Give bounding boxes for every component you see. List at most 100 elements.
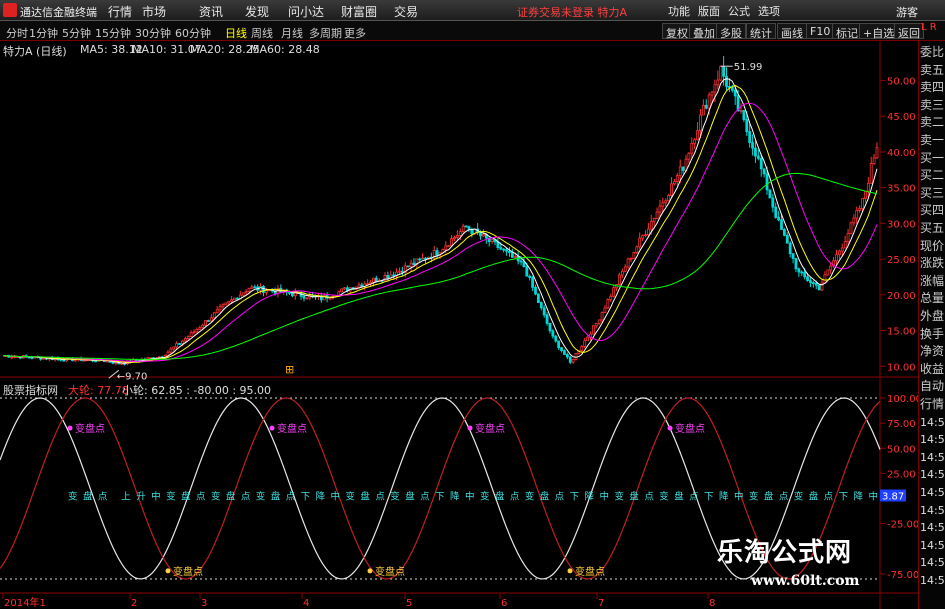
candle-body: [869, 163, 873, 184]
candle-body: [482, 233, 485, 237]
event-marker: ⊞: [285, 363, 294, 376]
price-tick-label: 15.00: [887, 327, 916, 338]
candle-body: [632, 251, 636, 259]
menu-ask[interactable]: 问小达: [288, 3, 324, 20]
candle-body: [751, 142, 754, 149]
period-intraday[interactable]: 分时: [6, 25, 28, 41]
period-15min[interactable]: 15分钟: [95, 25, 131, 41]
candle-body: [788, 242, 792, 255]
menu-wealth[interactable]: 财富圈: [341, 3, 377, 20]
candle-body: [707, 94, 711, 109]
price-tick-label: 10.00: [887, 362, 916, 373]
stats-button[interactable]: 统计: [746, 23, 776, 40]
panel-item: 外盘: [920, 309, 945, 323]
draw-button[interactable]: 画线: [777, 23, 807, 40]
candle-body: [508, 250, 511, 253]
candle-body: [837, 250, 841, 256]
menu-quotes[interactable]: 行情: [108, 3, 132, 20]
candle-body: [186, 336, 190, 339]
candle-body: [215, 309, 219, 314]
panel-item: 自动: [920, 379, 945, 394]
candle-body: [444, 245, 448, 250]
candle-body: [658, 205, 662, 213]
candle-body: [513, 255, 517, 258]
f10-button[interactable]: F10: [806, 23, 835, 39]
candle-body: [748, 131, 752, 143]
candle-body: [794, 258, 798, 270]
candle-body: [169, 348, 173, 353]
time-tick-label: 6: [501, 598, 507, 609]
candle-body: [846, 233, 850, 242]
trough-signal-dot: [165, 568, 171, 574]
mark-button[interactable]: 标记: [832, 23, 862, 40]
candle-body: [635, 246, 639, 253]
layout-button[interactable]: 版面: [698, 3, 720, 19]
menu-news[interactable]: 资讯: [199, 3, 223, 20]
candle-body: [606, 299, 610, 309]
ma60-label: MA60: 28.48: [250, 43, 320, 56]
indicator-big-label: 大轮: 77.78: [68, 384, 129, 397]
options-button[interactable]: 选项: [758, 3, 780, 19]
adjust-button[interactable]: 复权: [662, 23, 692, 40]
indicator-tick-label: 25.00: [887, 469, 916, 480]
back-button[interactable]: 返回: [894, 23, 924, 40]
candle-body: [551, 330, 555, 337]
candle-body: [557, 340, 561, 349]
candle-body: [531, 277, 535, 288]
candles-group: [4, 56, 879, 366]
candle-body: [849, 222, 853, 234]
candle-body: [502, 248, 506, 251]
candle-body: [458, 231, 462, 236]
candle-body: [542, 307, 546, 316]
candle-body: [861, 198, 864, 209]
candle-body: [510, 252, 514, 258]
candle-body: [586, 336, 589, 342]
multi-stock-button[interactable]: 多股: [716, 23, 746, 40]
indicator-tick-label: 50.00: [887, 444, 916, 455]
time-tick-label: 8: [709, 598, 715, 609]
menu-market[interactable]: 市场: [142, 3, 166, 20]
guest-label[interactable]: 游客: [896, 4, 918, 20]
candle-body: [759, 157, 763, 170]
period-60min[interactable]: 60分钟: [175, 25, 211, 41]
candle-body: [803, 272, 807, 278]
period-weekly[interactable]: 周线: [251, 25, 273, 41]
candle-body: [626, 258, 630, 268]
period-multi[interactable]: 多周期: [309, 25, 342, 41]
candle-body: [343, 287, 346, 290]
formula-button[interactable]: 公式: [728, 3, 750, 19]
candle-body: [505, 249, 508, 252]
candle-body: [545, 314, 549, 324]
candle-body: [291, 292, 294, 297]
candle-body: [716, 79, 720, 86]
candle-body: [406, 265, 410, 268]
candle-body: [435, 250, 439, 256]
panel-item: 买五: [920, 221, 945, 235]
candle-body: [305, 297, 309, 300]
add-watchlist-button[interactable]: +自选: [859, 23, 899, 40]
candle-body: [218, 306, 222, 311]
candle-body: [455, 235, 459, 238]
menu-discover[interactable]: 发现: [245, 3, 269, 20]
period-1min[interactable]: 1分钟: [29, 25, 58, 41]
candle-body: [704, 104, 708, 109]
kline-chart[interactable]: 50.00 45.00 40.00 35.00 30.00 25.00 20.00 15.00…: [0, 41, 918, 609]
price-tick-label: 40.00: [887, 148, 916, 159]
period-5min[interactable]: 5分钟: [62, 25, 91, 41]
menu-trade[interactable]: 交易: [394, 3, 418, 20]
overlay-button[interactable]: 叠加: [689, 23, 719, 40]
candle-body: [641, 235, 644, 239]
candle-body: [681, 166, 685, 171]
candle-body: [499, 247, 503, 250]
candle-body: [201, 324, 205, 329]
candle-body: [583, 340, 587, 347]
indicator-name[interactable]: 股票指标网: [3, 382, 58, 398]
candle-body: [233, 297, 236, 301]
period-30min[interactable]: 30分钟: [135, 25, 171, 41]
lr-corner: L R: [921, 22, 937, 33]
function-button[interactable]: 功能: [668, 3, 690, 19]
period-monthly[interactable]: 月线: [281, 25, 303, 41]
period-more[interactable]: 更多: [344, 25, 366, 41]
candle-body: [612, 287, 616, 297]
period-daily[interactable]: 日线: [225, 25, 247, 41]
